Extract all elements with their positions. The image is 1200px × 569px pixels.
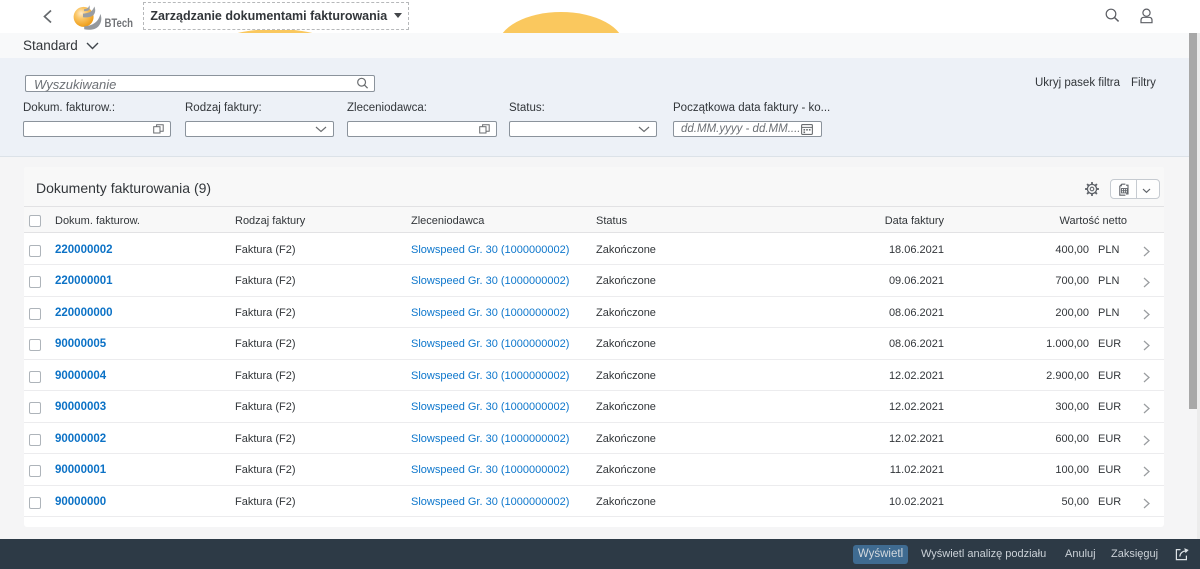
svg-text:BTech: BTech <box>105 16 134 30</box>
